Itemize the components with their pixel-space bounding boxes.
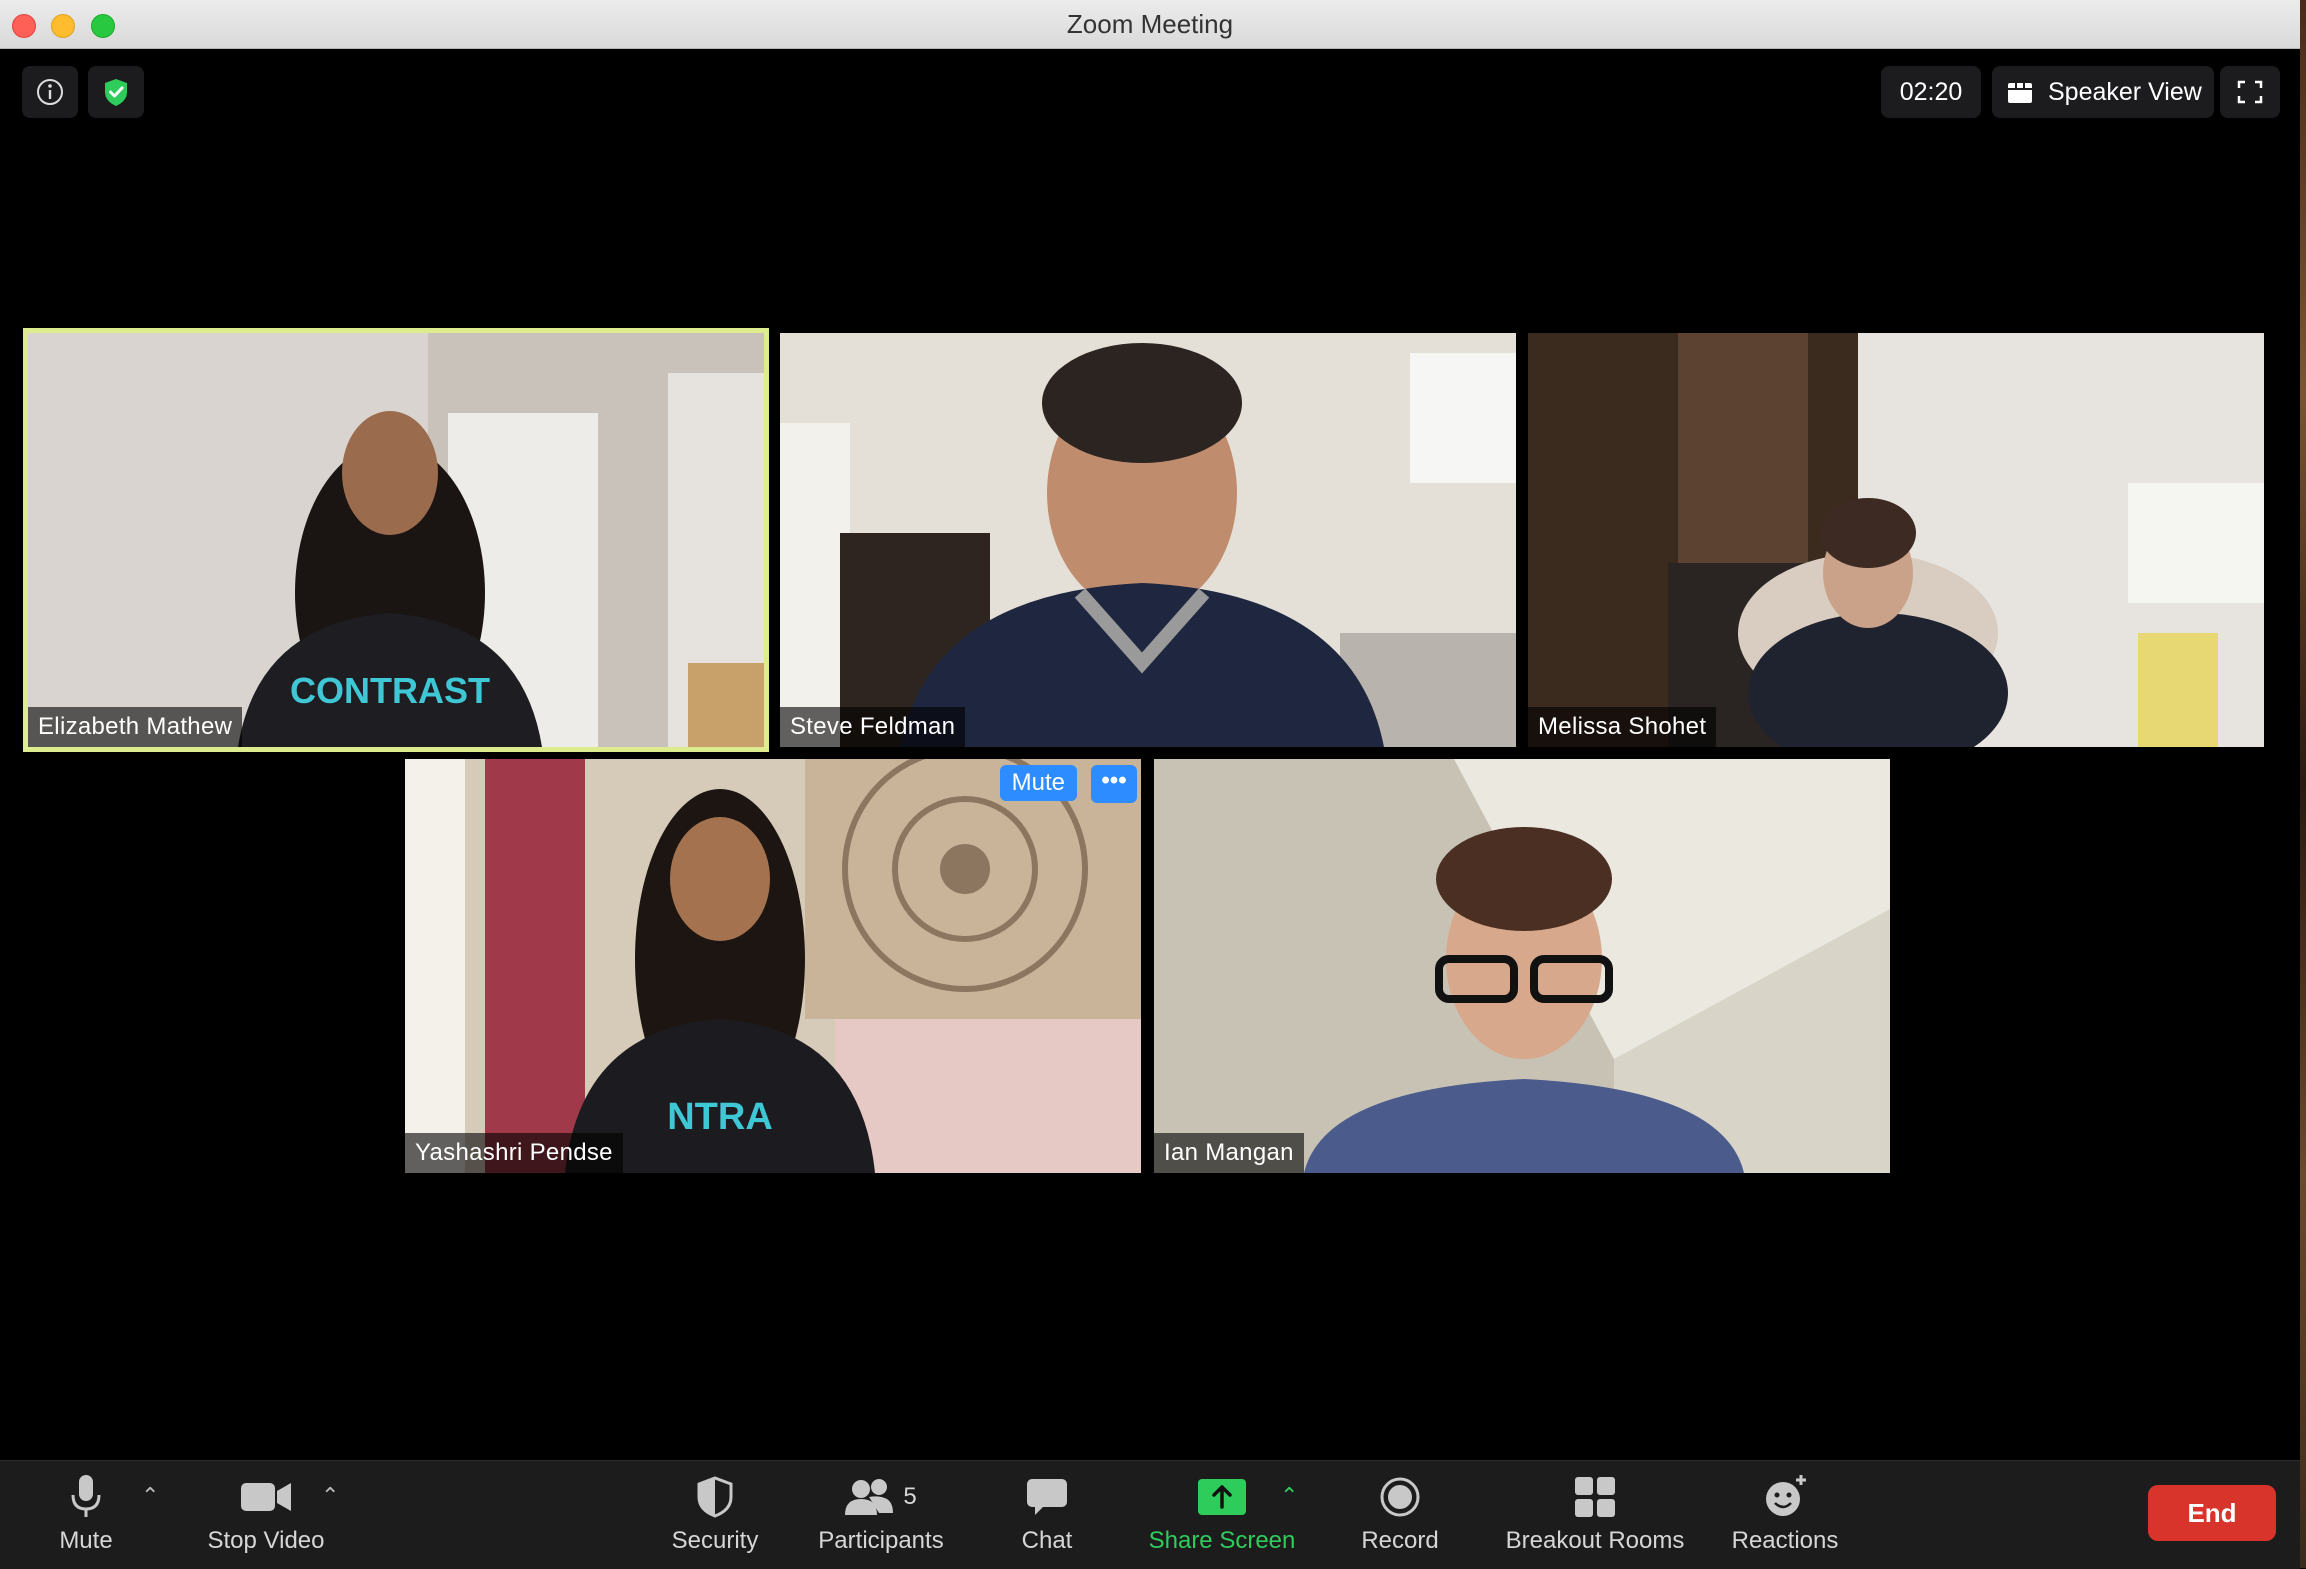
video-tile-yashashri-pendse[interactable]: NTRA Mute ••• Yashashri Pendse: [405, 759, 1141, 1173]
security-label: Security: [671, 1527, 759, 1554]
share-screen-arrow-icon: [1198, 1479, 1246, 1515]
participant-name-label: Elizabeth Mathew: [28, 707, 243, 747]
breakout-rooms-icon: [1575, 1477, 1615, 1517]
microphone-icon: [71, 1475, 101, 1517]
end-meeting-button[interactable]: End: [2148, 1485, 2276, 1541]
participant-video-ian: [1154, 759, 1890, 1173]
participants-icon: [845, 1479, 894, 1515]
encryption-shield-button[interactable]: [88, 66, 144, 118]
info-icon: [37, 79, 63, 105]
share-screen-label: Share Screen: [1148, 1527, 1296, 1554]
participant-name-label: Yashashri Pendse: [405, 1133, 623, 1173]
participant-video-steve: [780, 333, 1516, 747]
audio-options-chevron-icon[interactable]: ⌃: [141, 1483, 159, 1509]
svg-text:CONTRAST: CONTRAST: [290, 670, 490, 711]
record-label: Record: [1361, 1527, 1439, 1554]
meeting-info-button[interactable]: [22, 66, 78, 118]
reactions-smiley-icon: [1766, 1475, 1806, 1516]
desktop-background-strip: [2300, 0, 2306, 1568]
video-tile-elizabeth-mathew[interactable]: CONTRAST Elizabeth Mathew: [23, 328, 769, 752]
shield-icon: [697, 1476, 733, 1518]
participants-count: 5: [903, 1483, 917, 1510]
participant-mute-button[interactable]: Mute: [999, 765, 1077, 801]
breakout-rooms-label: Breakout Rooms: [1505, 1527, 1685, 1554]
video-tile-melissa-shohet[interactable]: Melissa Shohet: [1528, 333, 2264, 747]
video-camera-icon: [241, 1483, 291, 1511]
share-options-chevron-icon[interactable]: ⌃: [1280, 1483, 1298, 1509]
video-tile-steve-feldman[interactable]: Steve Feldman: [780, 333, 1516, 747]
grid-view-icon: [2008, 83, 2032, 103]
view-switch-label: Speaker View: [2048, 78, 2202, 106]
participant-name-label: Steve Feldman: [780, 707, 966, 747]
video-options-chevron-icon[interactable]: ⌃: [321, 1483, 339, 1509]
stop-video-label: Stop Video: [207, 1527, 325, 1554]
reactions-label: Reactions: [1731, 1527, 1839, 1554]
fullscreen-button[interactable]: [2220, 66, 2280, 118]
stop-video-button[interactable]: Stop Video: [196, 1471, 336, 1555]
participants-label: Participants: [818, 1527, 944, 1554]
breakout-rooms-button[interactable]: Breakout Rooms: [1500, 1471, 1690, 1555]
participants-button[interactable]: 5 Participants: [810, 1471, 952, 1555]
mute-label: Mute: [59, 1527, 113, 1554]
participant-more-button[interactable]: •••: [1091, 765, 1137, 803]
fullscreen-icon: [2237, 80, 2263, 104]
chat-label: Chat: [1021, 1527, 1073, 1554]
reactions-button[interactable]: Reactions: [1727, 1471, 1843, 1555]
meeting-timer: 02:20: [1881, 66, 1981, 118]
record-icon: [1380, 1477, 1420, 1517]
record-button[interactable]: Record: [1350, 1471, 1450, 1555]
security-button[interactable]: Security: [660, 1471, 770, 1555]
participant-name-label: Ian Mangan: [1154, 1133, 1304, 1173]
shield-check-icon: [105, 79, 127, 106]
view-switch-button[interactable]: Speaker View: [1992, 66, 2214, 118]
participant-video-elizabeth: CONTRAST: [28, 333, 764, 747]
svg-text:NTRA: NTRA: [667, 1096, 773, 1138]
window-title: Zoom Meeting: [1066, 9, 1234, 39]
participant-video-yashashri: NTRA: [405, 759, 1141, 1173]
meeting-toolbar: Mute ⌃ Stop Video ⌃ Security 5 Participa…: [0, 1460, 2300, 1569]
chat-button[interactable]: Chat: [1002, 1471, 1092, 1555]
chat-bubble-icon: [1027, 1479, 1067, 1515]
window-titlebar: Zoom Meeting: [0, 0, 2300, 49]
mute-button[interactable]: Mute: [36, 1471, 136, 1555]
video-tile-ian-mangan[interactable]: Ian Mangan: [1154, 759, 1890, 1173]
participant-video-melissa: [1528, 333, 2264, 747]
participant-name-label: Melissa Shohet: [1528, 707, 1717, 747]
